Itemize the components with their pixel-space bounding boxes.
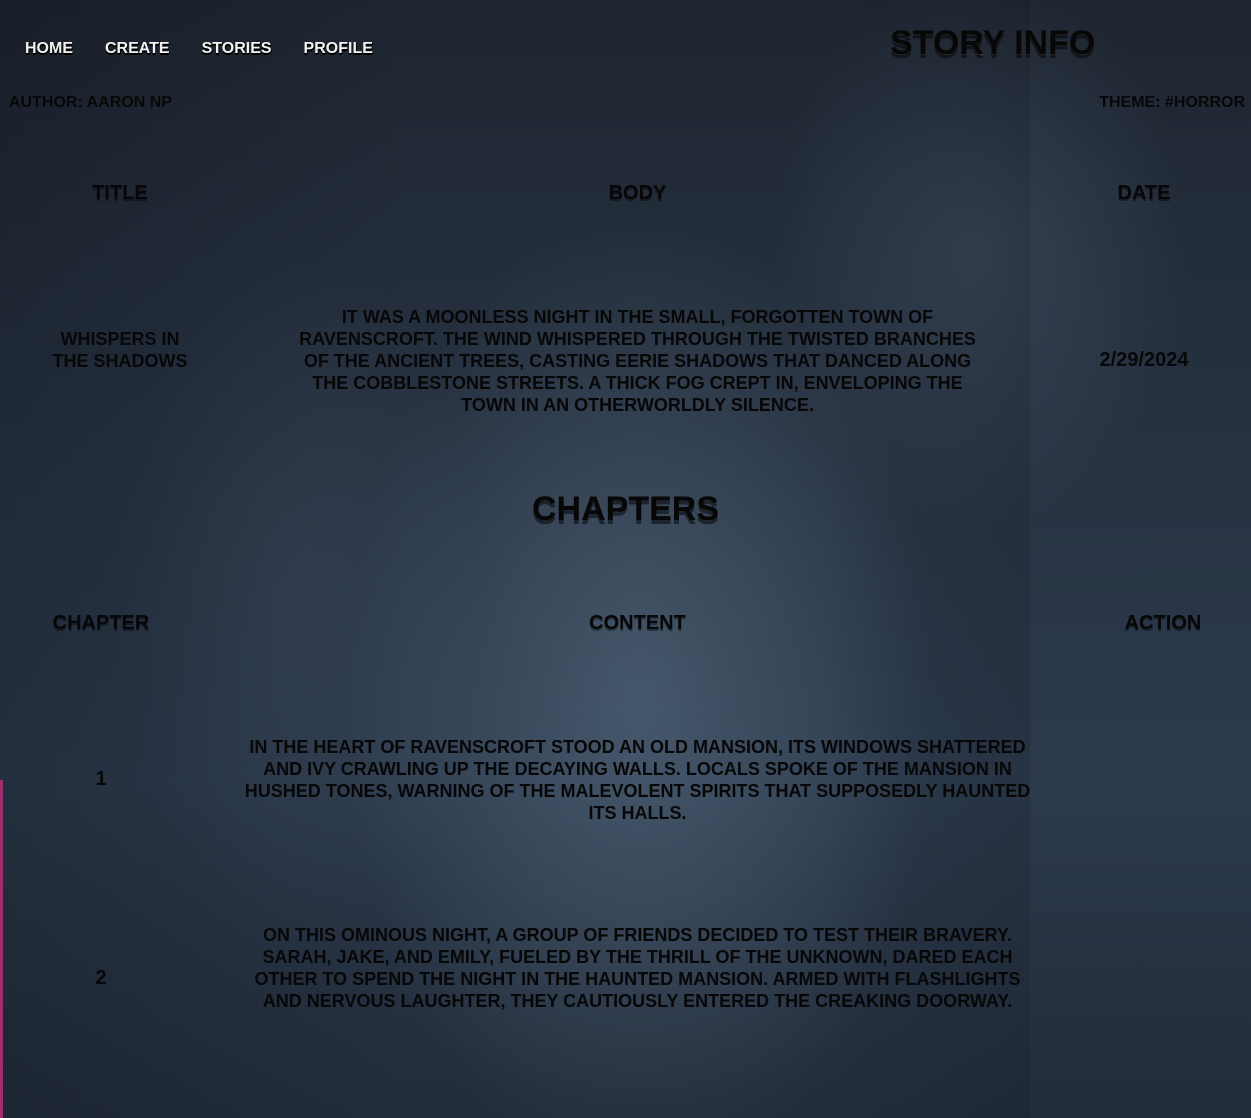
story-header-body: BODY bbox=[608, 182, 667, 204]
chapter-number-cell: 2 bbox=[95, 967, 107, 989]
nav-create-link[interactable]: CREATE bbox=[105, 40, 170, 58]
nav-home-link[interactable]: HOME bbox=[25, 40, 73, 58]
story-header-date: DATE bbox=[1117, 182, 1171, 204]
chapter-number-cell: 1 bbox=[95, 768, 107, 790]
nav-profile-link[interactable]: PROFILE bbox=[304, 40, 373, 58]
chapters-header-action: ACTION bbox=[1124, 612, 1202, 634]
page-title: STORY INFO bbox=[890, 24, 1096, 62]
story-date-cell: 2/29/2024 bbox=[1099, 349, 1189, 371]
story-header-title: TITLE bbox=[92, 182, 148, 204]
author-label: AUTHOR: AARON NP bbox=[9, 94, 172, 111]
scroll-edge-indicator bbox=[0, 780, 3, 1118]
nav-stories-link[interactable]: STORIES bbox=[202, 40, 272, 58]
chapters-header-content: CONTENT bbox=[589, 612, 686, 634]
chapter-content-cell: IN THE HEART OF RAVENSCROFT STOOD AN OLD… bbox=[244, 737, 1031, 823]
main-nav: HOME CREATE STORIES PROFILE bbox=[25, 40, 373, 58]
story-title-cell: WHISPERS IN THE SHADOWS bbox=[52, 329, 188, 371]
chapters-title: CHAPTERS bbox=[531, 490, 720, 528]
chapter-content-cell: ON THIS OMINOUS NIGHT, A GROUP OF FRIEND… bbox=[254, 925, 1021, 1011]
theme-label: THEME: #HORROR bbox=[1099, 94, 1245, 111]
chapters-header-chapter: CHAPTER bbox=[52, 612, 150, 634]
story-body-cell: IT WAS A MOONLESS NIGHT IN THE SMALL, FO… bbox=[299, 307, 976, 415]
